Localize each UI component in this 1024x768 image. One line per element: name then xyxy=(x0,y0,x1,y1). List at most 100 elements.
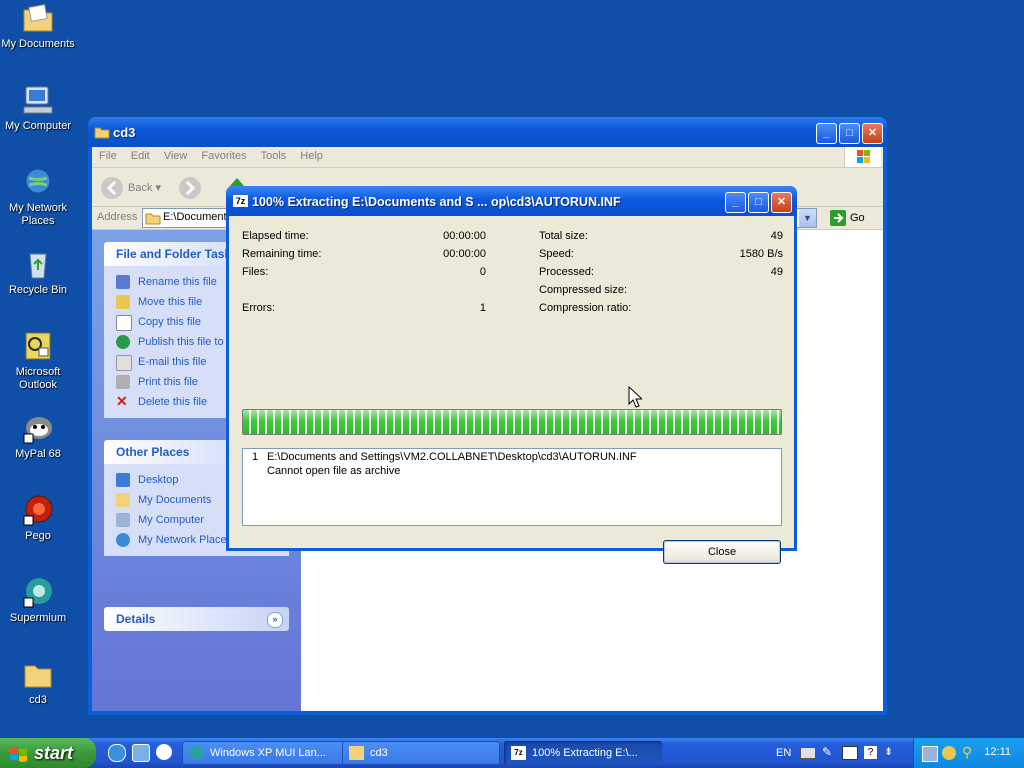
move-icon xyxy=(116,295,130,309)
menu-view[interactable]: View xyxy=(157,147,195,165)
close-button[interactable]: ✕ xyxy=(862,123,883,144)
desktop-icon-outlook[interactable]: Microsoft Outlook xyxy=(0,330,78,392)
details-header[interactable]: Details » xyxy=(104,607,289,631)
forward-arrow-icon xyxy=(179,177,201,199)
dialog-close-action-button[interactable]: Close xyxy=(663,540,781,564)
email-icon xyxy=(116,355,132,371)
desktop-icon-pego[interactable]: Pego xyxy=(0,494,78,543)
show-desktop-icon[interactable] xyxy=(132,744,150,762)
address-label: Address xyxy=(97,211,138,223)
windows-flag-icon xyxy=(10,747,27,762)
delete-x-icon: ✕ xyxy=(116,393,128,409)
quick-launch xyxy=(106,744,176,762)
start-label: start xyxy=(34,743,74,763)
dialog-maximize-button[interactable]: □ xyxy=(748,192,769,213)
ie-icon[interactable] xyxy=(108,744,126,762)
speed-label: Speed: xyxy=(539,248,574,260)
files-label: Files: xyxy=(242,266,269,278)
mypal-icon xyxy=(21,412,55,444)
dialog-title-bar[interactable]: 7z 100% Extracting E:\Documents and S ..… xyxy=(226,186,797,216)
language-indicator[interactable]: EN xyxy=(776,747,791,759)
pen-icon[interactable]: ✎ xyxy=(822,745,836,759)
remaining-time-value: 00:00:00 xyxy=(443,248,486,260)
keyboard-icon[interactable] xyxy=(800,747,816,759)
folder-icon xyxy=(349,746,364,760)
minimize-button[interactable]: _ xyxy=(816,123,837,144)
desktop-icon-label: Microsoft Outlook xyxy=(15,366,61,391)
dialog-minimize-button[interactable]: _ xyxy=(725,192,746,213)
supermium-icon xyxy=(21,576,55,608)
desktop-icon-my-computer[interactable]: My Computer xyxy=(0,84,78,133)
desktop-icon-cd3[interactable]: cd3 xyxy=(0,658,78,707)
forward-button[interactable] xyxy=(178,176,202,200)
input-tool-icon[interactable] xyxy=(842,746,858,760)
menu-help[interactable]: Help xyxy=(293,147,330,165)
network-tray-icon[interactable] xyxy=(922,746,938,762)
desktop: My Documents My Computer My Network Plac… xyxy=(0,0,88,738)
go-button[interactable]: Go xyxy=(830,209,865,227)
mui-app-icon xyxy=(189,746,204,760)
network-places-icon xyxy=(116,533,130,547)
back-button[interactable]: Back ▾ xyxy=(100,176,161,200)
desktop-icon-recycle-bin[interactable]: Recycle Bin xyxy=(0,248,78,297)
go-label: Go xyxy=(850,212,865,224)
total-size-label: Total size: xyxy=(539,230,588,242)
security-tray-icon[interactable] xyxy=(942,746,956,760)
desktop-icon-supermium[interactable]: Supermium xyxy=(0,576,78,625)
menu-edit[interactable]: Edit xyxy=(124,147,157,165)
options-icon[interactable]: ⇟ xyxy=(884,745,893,758)
desktop-icon-network-places[interactable]: My Network Places xyxy=(0,166,78,228)
extract-progress-bar xyxy=(242,409,782,435)
printer-icon xyxy=(116,375,130,389)
menu-tools[interactable]: Tools xyxy=(254,147,294,165)
menu-file[interactable]: File xyxy=(92,147,124,165)
help-icon[interactable]: ? xyxy=(864,746,877,759)
explorer-title-bar[interactable]: cd3 _ □ ✕ xyxy=(88,117,887,147)
desktop-icon xyxy=(116,473,130,487)
back-arrow-icon xyxy=(101,177,123,199)
address-dropdown-button[interactable]: ▼ xyxy=(799,209,816,227)
expand-chevron-icon[interactable]: » xyxy=(267,612,283,628)
message-error-text: Cannot open file as archive xyxy=(267,465,401,477)
compression-ratio-label: Compression ratio: xyxy=(539,302,632,314)
elapsed-time-label: Elapsed time: xyxy=(242,230,309,242)
processed-label: Processed: xyxy=(539,266,595,278)
7zip-icon: 7z xyxy=(511,746,526,760)
message-number: 1 xyxy=(252,451,259,463)
desktop-icon-label: My Documents xyxy=(1,38,75,50)
taskbar-button-cd3[interactable]: cd3 xyxy=(342,741,500,765)
search-tray-icon[interactable]: ⚲ xyxy=(962,744,972,761)
start-button[interactable]: start xyxy=(0,738,96,768)
extract-dialog: 7z 100% Extracting E:\Documents and S ..… xyxy=(226,186,797,564)
rename-icon xyxy=(116,275,130,289)
desktop-icon-mypal[interactable]: MyPal 68 xyxy=(0,412,78,461)
clock: 12:11 xyxy=(984,746,1011,758)
desktop-icon-label: Supermium xyxy=(9,612,67,624)
taskbar-button-mui[interactable]: Windows XP MUI Lan... xyxy=(182,741,362,765)
desktop-icon-label: My Computer xyxy=(4,120,72,132)
tray-icons-group: ✎ ? ⇟ xyxy=(798,745,908,761)
total-size-value: 49 xyxy=(770,230,783,242)
desktop-icon-my-documents[interactable]: My Documents xyxy=(0,2,78,51)
outlook-icon xyxy=(21,330,55,362)
my-documents-icon xyxy=(21,2,55,34)
media-player-icon[interactable] xyxy=(156,744,172,760)
system-tray: ⚲ 12:11 xyxy=(913,738,1024,768)
explorer-title: cd3 xyxy=(113,125,136,140)
desktop-icon-label: MyPal 68 xyxy=(15,448,61,460)
taskbar-button-extracting[interactable]: 7z 100% Extracting E:\... xyxy=(504,741,662,765)
progress-fill xyxy=(243,410,781,434)
error-message-list[interactable]: 1 E:\Documents and Settings\VM2.COLLABNE… xyxy=(242,448,782,526)
taskbar: start Windows XP MUI Lan... cd3 7z 100% … xyxy=(0,738,1024,768)
menu-favorites[interactable]: Favorites xyxy=(194,147,253,165)
publish-web-icon xyxy=(116,335,130,349)
recycle-bin-icon xyxy=(21,248,55,280)
folder-icon xyxy=(145,213,161,225)
copy-icon xyxy=(116,315,132,331)
dialog-close-button[interactable]: ✕ xyxy=(771,192,792,213)
maximize-button[interactable]: □ xyxy=(839,123,860,144)
desktop-icon-label: Recycle Bin xyxy=(8,284,68,296)
menu-bar: File Edit View Favorites Tools Help xyxy=(92,147,883,168)
dialog-body: Elapsed time: 00:00:00 Remaining time: 0… xyxy=(229,216,794,564)
my-documents-icon xyxy=(116,493,130,507)
